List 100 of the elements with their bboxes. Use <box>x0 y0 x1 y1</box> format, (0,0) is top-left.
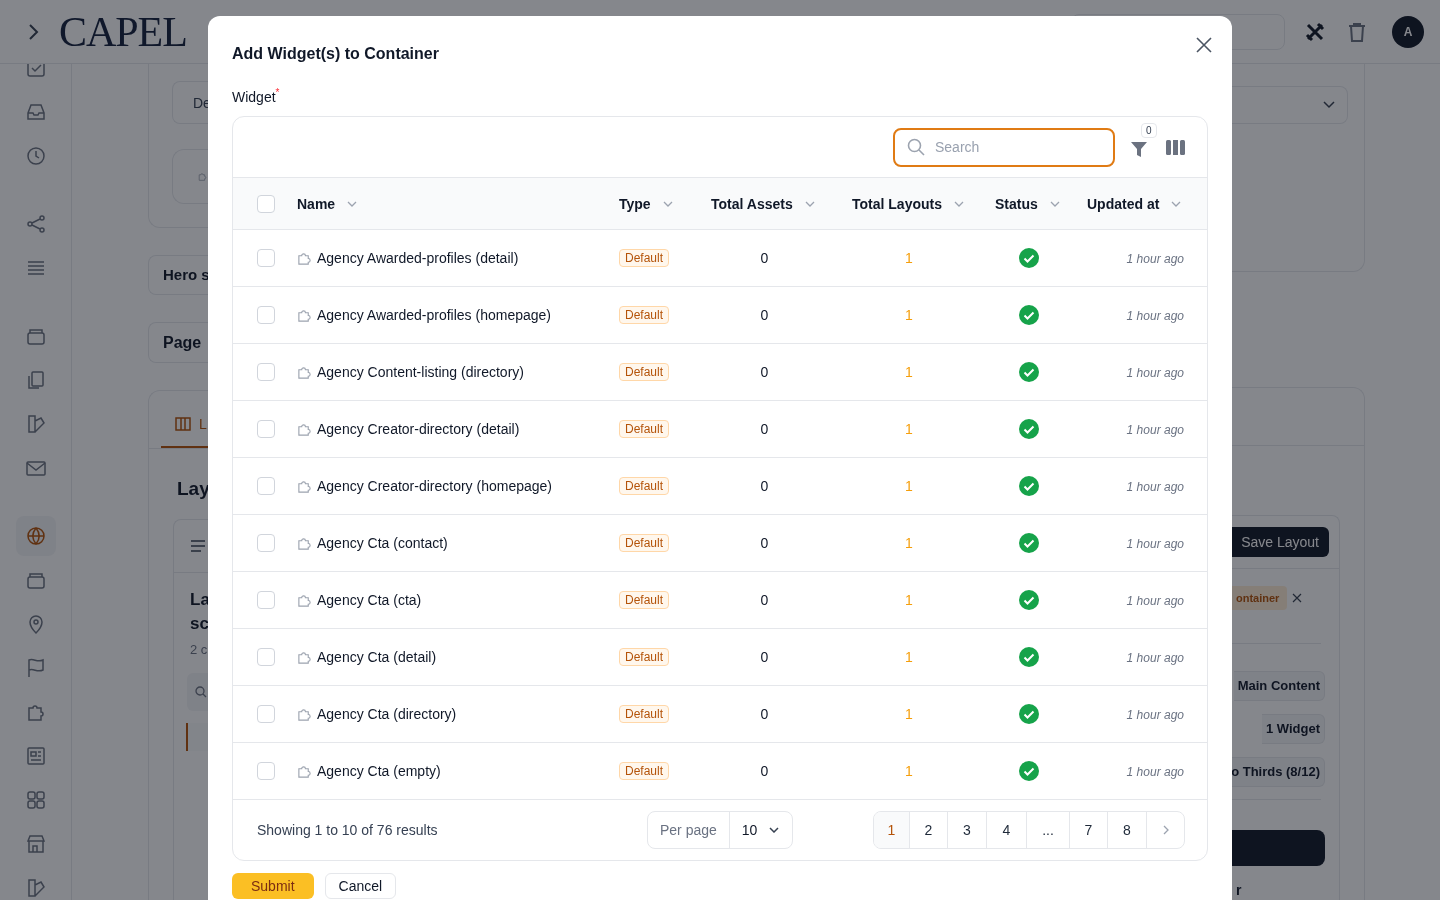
section-heading: Lay <box>177 477 208 501</box>
table-cell-text: 0 <box>759 705 770 724</box>
timestamp: 1 hour ago <box>1126 423 1184 437</box>
share-icon <box>24 213 47 235</box>
checkbox[interactable] <box>257 705 275 723</box>
checkbox[interactable] <box>257 306 275 324</box>
checkbox[interactable] <box>257 363 275 381</box>
cancel-button[interactable]: Cancel <box>324 873 397 899</box>
puzzle-icon <box>297 250 312 266</box>
timestamp: 1 hour ago <box>1126 480 1184 494</box>
search-field[interactable]: Search <box>893 127 1115 167</box>
column-header[interactable]: Status <box>995 193 1060 214</box>
type-tag: Default <box>619 534 670 552</box>
grid-icon <box>24 789 47 811</box>
search-field[interactable] <box>187 673 208 711</box>
chevron-down-icon <box>1171 200 1182 207</box>
pill: Main Content <box>1233 671 1325 701</box>
checkbox[interactable] <box>257 534 275 552</box>
table-cell-text: 1 <box>904 762 914 781</box>
type-tag: Default <box>619 363 670 381</box>
timestamp: 1 hour ago <box>1126 366 1184 380</box>
type-tag: Default <box>619 648 670 666</box>
badge: ontainer <box>1232 586 1288 610</box>
results-summary: Showing 1 to 10 of 76 results <box>257 821 439 840</box>
save-layout-button[interactable]: Save Layout <box>1232 527 1329 557</box>
search-icon <box>907 137 925 156</box>
table-cell-text: 0 <box>759 534 770 553</box>
checkbox[interactable] <box>257 591 275 609</box>
table-cell-text: 0 <box>759 306 770 325</box>
widget-name: Agency Cta (directory) <box>317 705 457 724</box>
column-header[interactable]: Total Assets <box>711 193 815 214</box>
inbox-icon <box>24 101 47 123</box>
widget-name: Agency Awarded-profiles (homepage) <box>317 306 551 325</box>
timestamp: 1 hour ago <box>1126 252 1184 266</box>
table-cell-text: 1 <box>904 591 914 610</box>
chevron-right-icon[interactable] <box>27 23 39 40</box>
chevron-down-icon <box>662 200 673 207</box>
table-cell-text: 0 <box>759 762 770 781</box>
timestamp: 1 hour ago <box>1126 537 1184 551</box>
columns-icon[interactable] <box>1166 139 1185 155</box>
widget-name: Agency Cta (contact) <box>317 534 448 553</box>
chevron-down-icon <box>953 200 964 207</box>
submit-button[interactable]: Submit <box>232 873 314 899</box>
column-header[interactable]: Updated at <box>1087 193 1182 214</box>
filter-count-badge: 0 <box>1141 123 1157 138</box>
table-cell-text: 0 <box>759 249 770 268</box>
table-cell-text: 1 <box>904 249 914 268</box>
widget-name: Agency Awarded-profiles (detail) <box>317 249 519 268</box>
table-cell-text: 0 <box>759 363 770 382</box>
filter-icon[interactable] <box>1130 140 1148 158</box>
nav-item[interactable] <box>15 516 56 556</box>
chevron-down-icon <box>347 200 358 207</box>
clock-icon <box>24 145 47 167</box>
column-header[interactable]: Type <box>619 193 673 214</box>
puzzle-icon <box>297 307 312 323</box>
widget-name: Agency Cta (detail) <box>317 648 437 667</box>
checkbox-icon <box>24 64 47 79</box>
tools-icon[interactable] <box>1305 21 1325 42</box>
card-title: sc <box>190 612 208 635</box>
checkbox[interactable] <box>257 249 275 267</box>
type-tag: Default <box>619 477 670 495</box>
widget-name: Agency Creator-directory (detail) <box>317 420 520 439</box>
checkbox[interactable] <box>257 648 275 666</box>
table-cell-text: 1 <box>904 420 914 439</box>
page-button[interactable]: 1 <box>874 812 910 848</box>
column-header[interactable]: Name <box>297 193 358 214</box>
menu-icon[interactable] <box>191 539 205 552</box>
table-cell-text: 0 <box>759 591 770 610</box>
logo: CAPEL <box>59 10 187 53</box>
avatar[interactable]: A <box>1392 15 1424 48</box>
trash-icon[interactable] <box>1348 21 1366 42</box>
table-cell-text: 0 <box>759 477 770 496</box>
type-tag: Default <box>619 591 670 609</box>
chevron-right-icon <box>1162 825 1169 835</box>
checkbox[interactable] <box>257 194 275 213</box>
checkbox[interactable] <box>257 762 275 780</box>
timestamp: 1 hour ago <box>1126 309 1184 323</box>
type-tag: Default <box>619 306 670 324</box>
column-header[interactable]: Total Layouts <box>852 193 964 214</box>
widget-name: Agency Creator-directory (homepage) <box>317 477 552 496</box>
checkbox[interactable] <box>257 420 275 438</box>
table-cell-text: 1 <box>904 705 914 724</box>
chevron-down-icon <box>1049 200 1060 207</box>
close-icon[interactable] <box>1196 37 1212 53</box>
checkbox[interactable] <box>257 477 275 495</box>
table-cell-text: 1 <box>904 363 914 382</box>
table-cell-text: 1 <box>904 534 914 553</box>
store-icon <box>24 833 47 855</box>
type-tag: Default <box>619 705 670 723</box>
puzzle-icon <box>297 478 312 494</box>
modal-title: Add Widget(s) to Container <box>232 44 439 64</box>
table-cell-text: 0 <box>759 420 770 439</box>
puzzle-icon <box>297 649 312 665</box>
label: r <box>1236 881 1243 900</box>
puzzle-icon <box>297 421 312 437</box>
type-tag: Default <box>619 249 670 267</box>
globe-icon <box>24 525 47 547</box>
type-tag: Default <box>619 762 670 780</box>
close-icon[interactable] <box>1292 593 1302 603</box>
chevron-down-icon <box>804 200 815 207</box>
